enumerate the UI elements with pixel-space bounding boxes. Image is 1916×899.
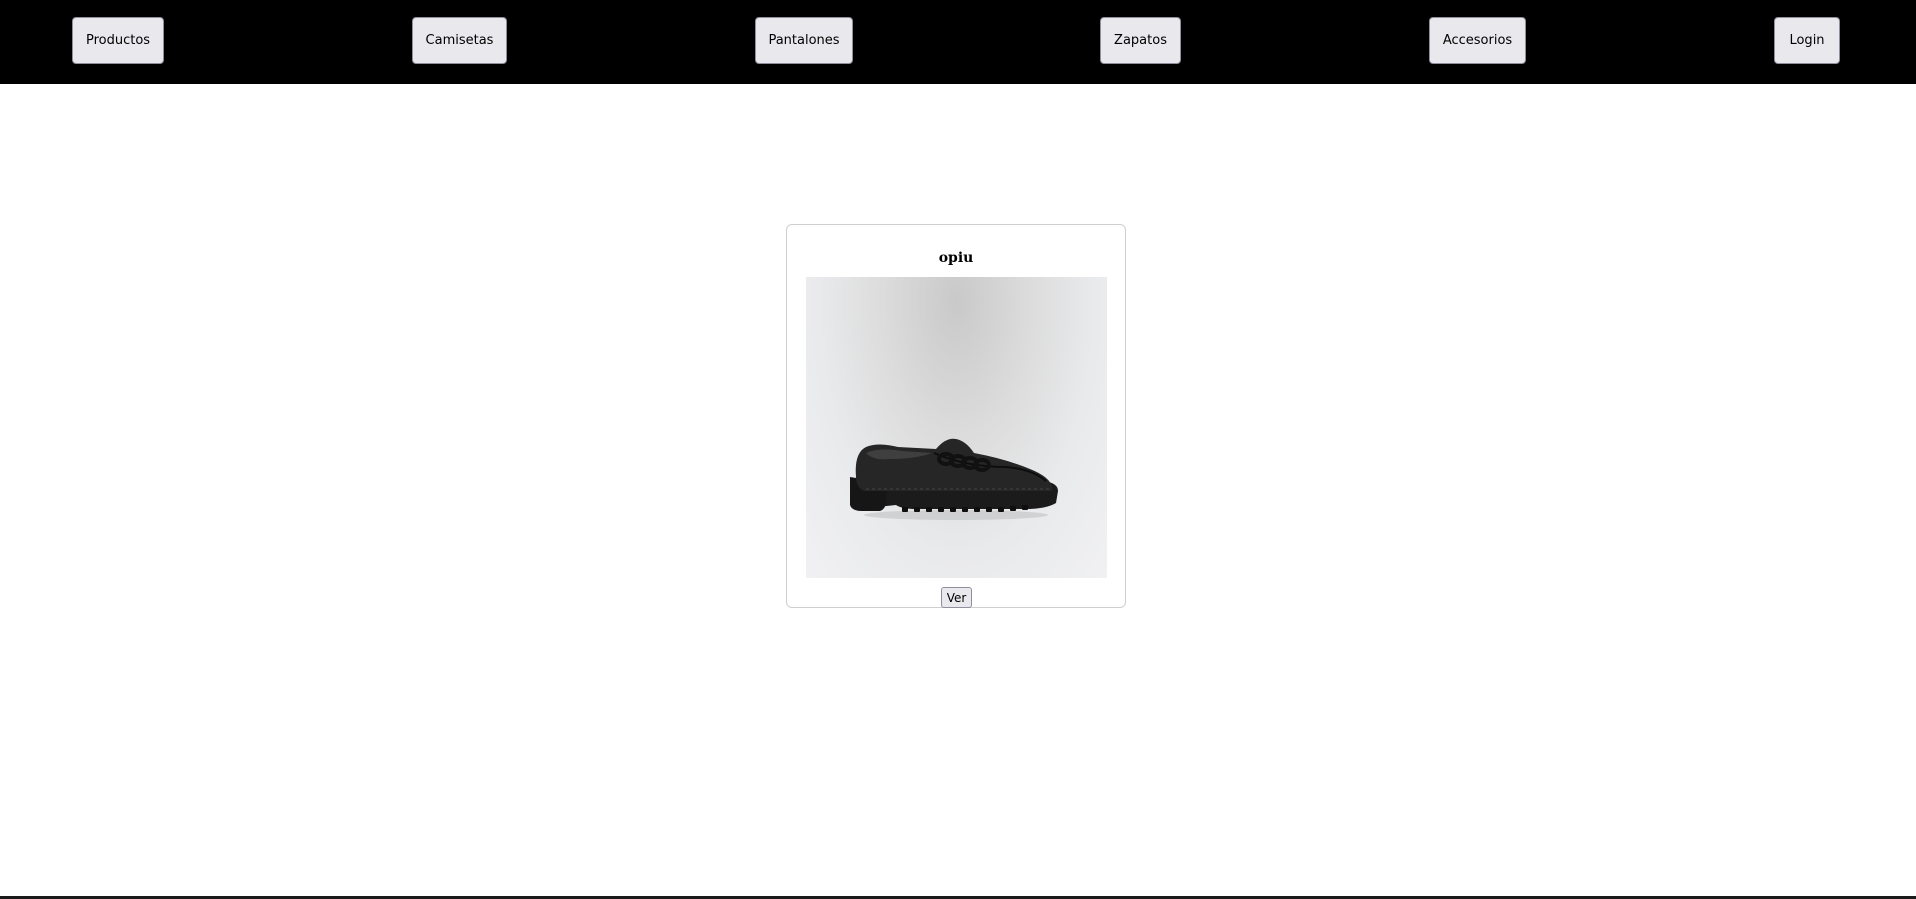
product-title: opiu [938, 250, 974, 266]
view-product-button[interactable]: Ver [941, 587, 972, 608]
product-image [806, 277, 1107, 578]
product-card: opiu Ver [786, 224, 1126, 608]
black-loafer-shoe-icon [850, 438, 1058, 520]
nav-button-pantalones[interactable]: Pantalones [755, 17, 853, 64]
nav-button-zapatos[interactable]: Zapatos [1100, 17, 1181, 64]
login-button[interactable]: Login [1774, 17, 1840, 64]
nav-button-camisetas[interactable]: Camisetas [412, 17, 507, 64]
nav-button-productos[interactable]: Productos [72, 17, 164, 64]
nav-button-accesorios[interactable]: Accesorios [1429, 17, 1526, 64]
top-navigation-bar: Productos Camisetas Pantalones Zapatos A… [0, 0, 1916, 84]
